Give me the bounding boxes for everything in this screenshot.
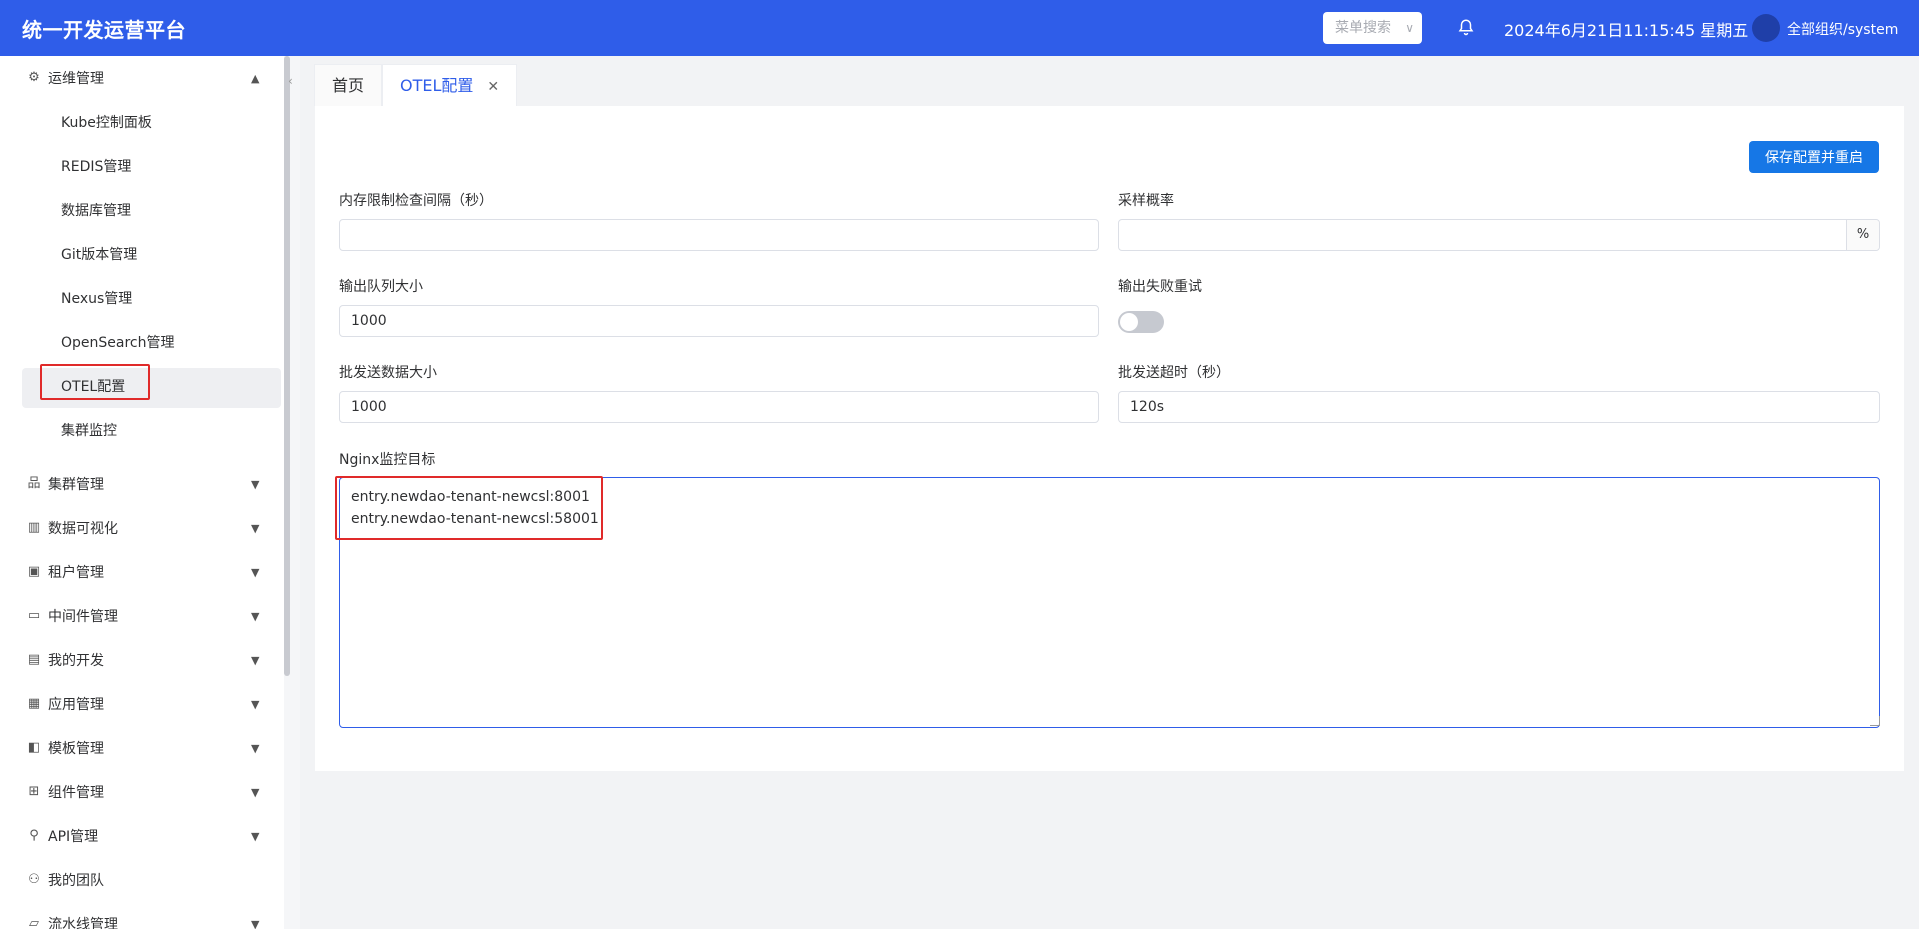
sidebar-item-label: Kube控制面板 [61, 115, 152, 131]
tab-label: 首页 [332, 76, 365, 95]
header-datetime: 2024年6月21日11:15:45 星期五 [1504, 21, 1749, 40]
middleware-icon: ▭ [27, 608, 41, 623]
sidebar-scrollbar[interactable] [284, 56, 290, 676]
sidebar-item-label: OpenSearch管理 [61, 335, 175, 351]
sidebar-item-opensearch[interactable]: OpenSearch管理 [0, 320, 284, 364]
chart-icon: ▥ [27, 520, 41, 535]
sidebar-group-apps[interactable]: ▦ 应用管理 ▼ [0, 682, 284, 726]
sidebar-item-label: 数据库管理 [61, 203, 131, 219]
sidebar-item-label: Nexus管理 [61, 291, 133, 307]
chevron-down-icon: ▼ [251, 741, 260, 755]
sidebar-item-git[interactable]: Git版本管理 [0, 232, 284, 276]
sidebar-item-label: OTEL配置 [61, 379, 126, 395]
top-header: 统一开发运营平台 菜单搜索 ∨ 2024年6月21日11:15:45 星期五 全… [0, 0, 1919, 56]
toggle-knob [1120, 313, 1138, 331]
memory-check-interval-input[interactable] [339, 219, 1099, 251]
sidebar-group-dataviz[interactable]: ▥ 数据可视化 ▼ [0, 506, 284, 550]
chevron-down-icon: ▼ [251, 477, 260, 491]
chevron-down-icon: ▼ [251, 829, 260, 843]
sampling-rate-input[interactable]: % [1118, 219, 1880, 251]
batch-timeout-input[interactable]: 120s [1118, 391, 1880, 423]
sidebar-item-database[interactable]: 数据库管理 [0, 188, 284, 232]
sidebar-group-label: 组件管理 [48, 785, 104, 801]
avatar[interactable] [1752, 14, 1780, 42]
batch-timeout-label: 批发送超时（秒） [1118, 365, 1230, 381]
sidebar-group-component[interactable]: ⊞ 组件管理 ▼ [0, 770, 284, 814]
chevron-down-icon: ▼ [251, 653, 260, 667]
output-retry-label: 输出失败重试 [1118, 279, 1202, 295]
sidebar-group-tenant[interactable]: ▣ 租户管理 ▼ [0, 550, 284, 594]
user-org-label[interactable]: 全部组织/system [1787, 19, 1898, 39]
sidebar-item-label: 集群监控 [61, 423, 117, 439]
component-icon: ⊞ [28, 784, 40, 799]
api-icon: ⚲ [29, 828, 39, 843]
tab-home[interactable]: 首页 [314, 64, 383, 106]
cluster-icon: 品 [27, 476, 41, 491]
folder-icon: ▱ [29, 916, 39, 929]
sidebar-group-pipeline[interactable]: ▱ 流水线管理 ▼ [0, 902, 284, 929]
template-icon: ◧ [27, 740, 41, 755]
chevron-down-icon: ▼ [251, 917, 260, 929]
tab-bar: 首页 OTEL配置 ✕ [314, 64, 518, 106]
sampling-rate-label: 采样概率 [1118, 193, 1174, 209]
sidebar-group-label: 流水线管理 [48, 917, 118, 929]
team-icon: ⚇ [28, 872, 40, 887]
output-retry-toggle[interactable] [1118, 311, 1164, 333]
tenant-icon: ▣ [27, 564, 41, 579]
sidebar-item-label: REDIS管理 [61, 159, 132, 175]
chevron-down-icon: ▼ [251, 609, 260, 623]
output-queue-size-input[interactable]: 1000 [339, 305, 1099, 337]
sidebar-item-team[interactable]: ⚇ 我的团队 [0, 858, 284, 902]
ops-gear-icon: ⚙ [28, 70, 40, 85]
batch-size-label: 批发送数据大小 [339, 365, 437, 381]
sidebar-group-label: 我的团队 [48, 873, 104, 889]
chevron-down-icon: ▼ [251, 521, 260, 535]
sidebar-group-label: 模板管理 [48, 741, 104, 757]
output-queue-size-label: 输出队列大小 [339, 279, 423, 295]
sidebar-item-kube[interactable]: Kube控制面板 [0, 100, 284, 144]
memory-check-interval-label: 内存限制检查间隔（秒） [339, 193, 493, 209]
chevron-down-icon: ▼ [251, 697, 260, 711]
sidebar-item-label: Git版本管理 [61, 247, 138, 263]
sidebar-group-label: 数据可视化 [48, 521, 118, 537]
tab-otel-config[interactable]: OTEL配置 ✕ [382, 64, 518, 106]
sidebar-group-api[interactable]: ⚲ API管理 ▼ [0, 814, 284, 858]
sidebar-item-otel[interactable]: OTEL配置 [0, 364, 284, 408]
sidebar-group-label: API管理 [48, 829, 99, 845]
batch-size-input[interactable]: 1000 [339, 391, 1099, 423]
nginx-targets-label: Nginx监控目标 [339, 452, 436, 468]
sidebar-group-label: 中间件管理 [48, 609, 118, 625]
sidebar-group-label: 运维管理 [48, 71, 104, 87]
chevron-up-icon: ▲ [251, 71, 260, 85]
close-icon[interactable]: ✕ [487, 79, 499, 95]
sidebar-group-label: 我的开发 [48, 653, 104, 669]
sidebar-group-ops[interactable]: ⚙ 运维管理 ▲ [0, 56, 284, 100]
sidebar-item-nexus[interactable]: Nexus管理 [0, 276, 284, 320]
menu-search-placeholder: 菜单搜索 [1335, 20, 1391, 36]
chevron-down-icon: ▼ [251, 565, 260, 579]
sidebar-group-middleware[interactable]: ▭ 中间件管理 ▼ [0, 594, 284, 638]
highlight-box [335, 476, 603, 540]
collapse-sidebar-icon[interactable]: ‹ [288, 74, 302, 96]
apps-grid-icon: ▦ [27, 696, 41, 711]
sidebar-group-label: 集群管理 [48, 477, 104, 493]
sidebar: ⚙ 运维管理 ▲ Kube控制面板 REDIS管理 数据库管理 Git版本管理 … [0, 56, 284, 929]
chevron-down-icon: ▼ [251, 785, 260, 799]
menu-search-select[interactable]: 菜单搜索 ∨ [1323, 12, 1422, 44]
sidebar-group-mydev[interactable]: ▤ 我的开发 ▼ [0, 638, 284, 682]
percent-suffix: % [1846, 220, 1879, 250]
sidebar-group-label: 应用管理 [48, 697, 104, 713]
bell-icon[interactable] [1457, 18, 1475, 36]
sidebar-group-cluster[interactable]: 品 集群管理 ▼ [0, 462, 284, 506]
chevron-down-icon: ∨ [1405, 21, 1414, 35]
save-and-restart-button[interactable]: 保存配置并重启 [1749, 141, 1879, 173]
sidebar-item-redis[interactable]: REDIS管理 [0, 144, 284, 188]
resize-handle-icon[interactable] [1870, 716, 1880, 726]
tab-label: OTEL配置 [400, 76, 474, 95]
sidebar-group-template[interactable]: ◧ 模板管理 ▼ [0, 726, 284, 770]
dev-icon: ▤ [27, 652, 41, 667]
sidebar-group-label: 租户管理 [48, 565, 104, 581]
app-title: 统一开发运营平台 [22, 18, 186, 42]
sidebar-item-cluster-monitor[interactable]: 集群监控 [0, 408, 284, 452]
